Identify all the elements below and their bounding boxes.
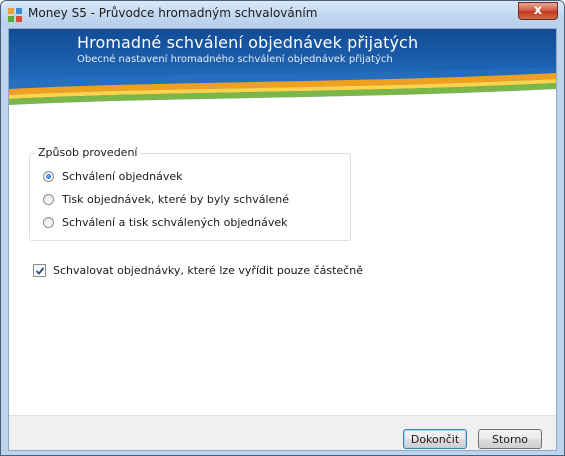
close-button[interactable]: x <box>518 2 558 20</box>
wizard-window: Money S5 - Průvodce hromadným schvalován… <box>0 0 565 456</box>
wizard-client-area: Hromadné schválení objednávek přijatých … <box>8 28 557 451</box>
window-title: Money S5 - Průvodce hromadným schvalován… <box>28 6 318 20</box>
radio-label: Schválení a tisk schválených objednávek <box>62 216 288 229</box>
radio-label: Schválení objednávek <box>62 170 183 183</box>
radio-button-checked[interactable] <box>43 171 54 182</box>
partial-approval-checkbox[interactable] <box>33 264 46 277</box>
wizard-footer: Dokončit Storno <box>9 415 556 450</box>
title-bar[interactable]: Money S5 - Průvodce hromadným schvalován… <box>1 1 564 27</box>
wizard-step-title: Hromadné schválení objednávek přijatých <box>77 33 419 52</box>
partial-approval-label: Schvalovat objednávky, které lze vyřídit… <box>53 264 363 277</box>
finish-button[interactable]: Dokončit <box>403 429 467 449</box>
radio-button[interactable] <box>43 194 54 205</box>
close-icon: x <box>533 3 543 18</box>
wizard-header-banner: Hromadné schválení objednávek přijatých … <box>9 29 556 110</box>
cancel-button[interactable]: Storno <box>478 429 542 449</box>
wizard-step-subtitle: Obecné nastavení hromadného schválení ob… <box>77 54 393 65</box>
checkmark-icon <box>35 267 45 275</box>
method-group-legend: Způsob provedení <box>35 146 141 159</box>
method-groupbox: Způsob provedení Schválení objednávek Ti… <box>29 146 351 241</box>
radio-button[interactable] <box>43 217 54 228</box>
money-s5-app-icon <box>8 8 22 22</box>
radio-label: Tisk objednávek, které by byly schválené <box>62 193 290 206</box>
